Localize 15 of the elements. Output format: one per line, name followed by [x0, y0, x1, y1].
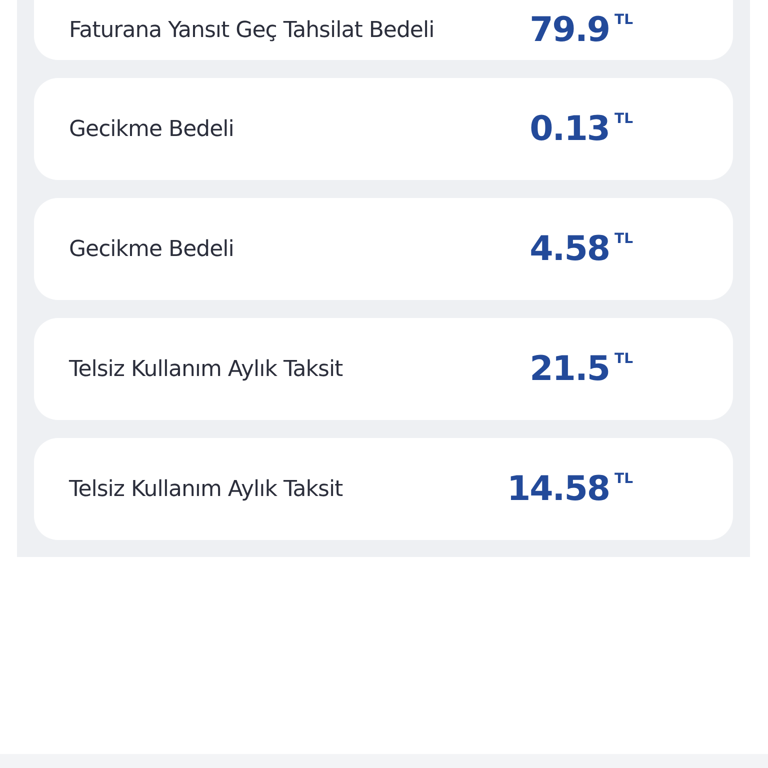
fee-label: Telsiz Kullanım Aylık Taksit [69, 476, 344, 504]
currency-label: TL [614, 352, 633, 366]
fee-amount: 14.58 [506, 472, 610, 506]
currency-label: TL [614, 232, 633, 246]
fee-label: Gecikme Bedeli [69, 116, 235, 144]
fee-label: Gecikme Bedeli [69, 236, 235, 264]
currency-label: TL [614, 472, 633, 486]
currency-label: TL [614, 13, 633, 27]
fee-amount: 79.9 [530, 13, 610, 47]
fee-amount: 21.5 [530, 352, 610, 386]
fee-amount: 0.13 [530, 112, 610, 146]
fee-label: Telsiz Kullanım Aylık Taksit [69, 356, 344, 384]
fee-amount: 4.58 [530, 232, 610, 266]
fee-label: Faturana Yansıt Geç Tahsilat Bedeli [69, 16, 436, 44]
currency-label: TL [614, 112, 633, 126]
